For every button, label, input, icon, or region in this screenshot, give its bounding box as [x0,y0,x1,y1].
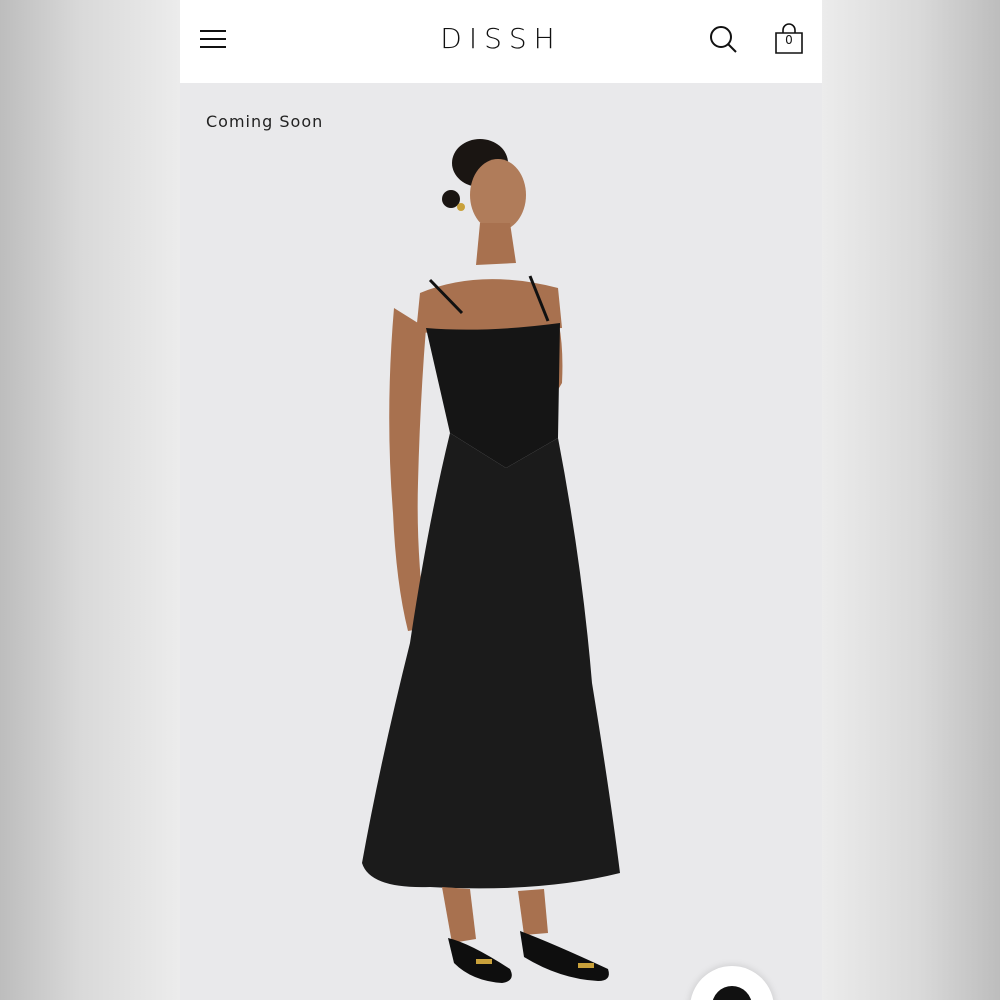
product-image[interactable] [180,83,822,1000]
coming-soon-label: Coming Soon [206,112,324,131]
mobile-screen: DISSH 0 Coming Soon [180,0,822,1000]
cart-count: 0 [785,33,793,47]
search-icon[interactable] [708,24,738,54]
site-header: DISSH 0 [180,0,822,84]
chat-icon [712,986,752,1000]
